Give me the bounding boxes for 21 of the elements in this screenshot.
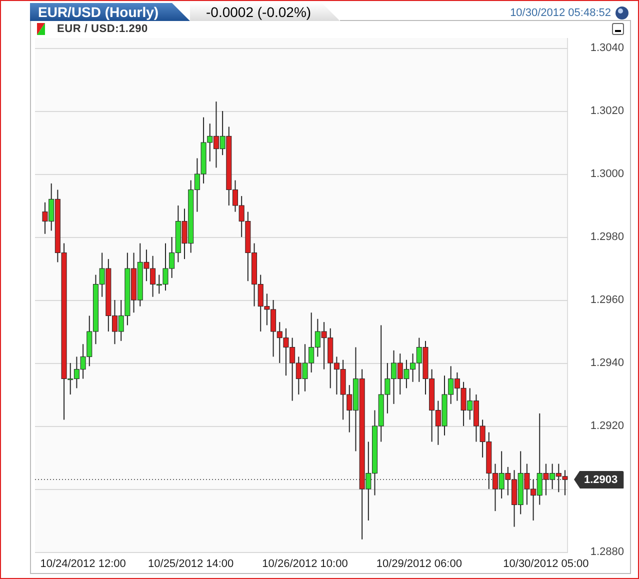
chart-title-tab[interactable]: EUR/USD (Hourly) [30,3,190,21]
y-axis-label: 1.2980 [590,231,624,243]
y-axis-label: 1.3020 [590,105,624,117]
y-axis-label: 1.2880 [590,546,624,558]
legend-icon [37,23,45,35]
timestamp: 10/30/2012 05:48:52 [510,6,611,21]
x-axis-label: 10/26/2012 10:00 [262,557,348,572]
x-axis-label: 10/30/2012 05:00 [503,557,589,572]
price-tag: 1.2903 [574,470,624,489]
globe-icon[interactable] [615,6,629,20]
y-axis-label: 1.2920 [590,420,624,432]
minimize-button[interactable] [612,23,624,35]
x-axis-label: 10/29/2012 06:00 [376,557,462,572]
x-axis-label: 10/24/2012 12:00 [40,557,126,572]
y-axis-label: 1.3040 [590,42,624,54]
x-axis-label: 10/25/2012 14:00 [148,557,234,572]
y-axis-label: 1.2960 [590,294,624,306]
y-axis-label: 1.2940 [590,357,624,369]
y-axis-label: 1.3000 [590,168,624,180]
legend-label: EUR / USD:1.290 [57,22,148,37]
change-value: -0.0002 (-0.02%) [190,3,340,21]
